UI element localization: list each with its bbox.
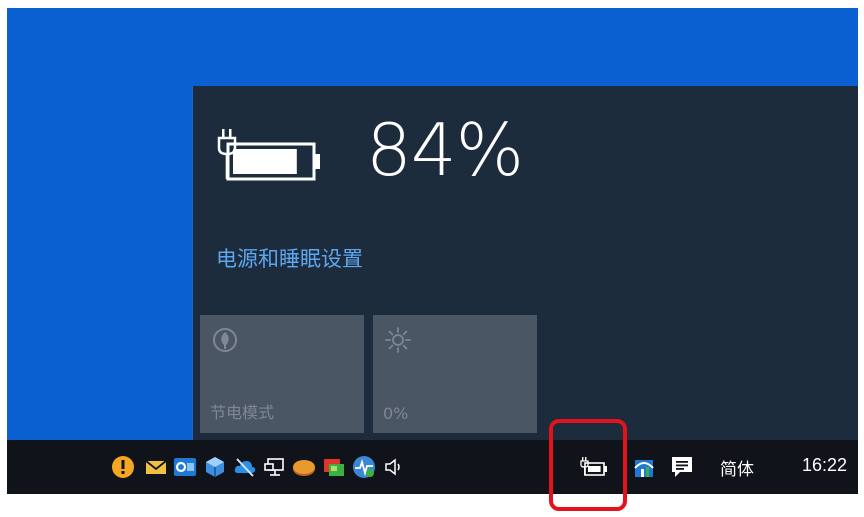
input-language-indicator[interactable]: 简体 bbox=[720, 455, 754, 480]
mail-icon[interactable] bbox=[144, 455, 168, 479]
battery-flyout: 84% 电源和睡眠设置 节电模式 0% bbox=[193, 86, 858, 440]
brightness-tile[interactable]: 0% bbox=[373, 315, 537, 433]
monitor-app-icon[interactable] bbox=[352, 455, 376, 479]
action-center-icon[interactable] bbox=[670, 455, 694, 479]
disk-app-icon[interactable] bbox=[292, 455, 316, 479]
battery-saver-label: 节电模式 bbox=[210, 403, 275, 422]
volume-icon[interactable] bbox=[383, 455, 407, 479]
battery-icon-highlight-annotation bbox=[549, 419, 627, 511]
brightness-label: 0% bbox=[383, 404, 409, 423]
taskbar-clock[interactable]: 16:22 bbox=[802, 455, 847, 476]
network-icon[interactable] bbox=[263, 455, 287, 479]
outlook-icon[interactable] bbox=[173, 455, 197, 479]
battery-percentage: 84% bbox=[366, 108, 524, 192]
photo-app-icon[interactable] bbox=[322, 455, 346, 479]
battery-charging-large-icon bbox=[215, 126, 325, 186]
battery-saver-icon bbox=[212, 327, 238, 353]
power-sleep-settings-link[interactable]: 电源和睡眠设置 bbox=[216, 249, 363, 270]
security-alert-icon[interactable] bbox=[111, 455, 135, 479]
battery-saver-tile[interactable]: 节电模式 bbox=[200, 315, 364, 433]
taskbar: 简体 16:22 bbox=[7, 440, 858, 494]
cube-app-icon[interactable] bbox=[203, 455, 227, 479]
remote-app-icon[interactable] bbox=[632, 455, 656, 479]
brightness-icon bbox=[385, 327, 411, 353]
cloud-sync-icon[interactable] bbox=[233, 455, 257, 479]
